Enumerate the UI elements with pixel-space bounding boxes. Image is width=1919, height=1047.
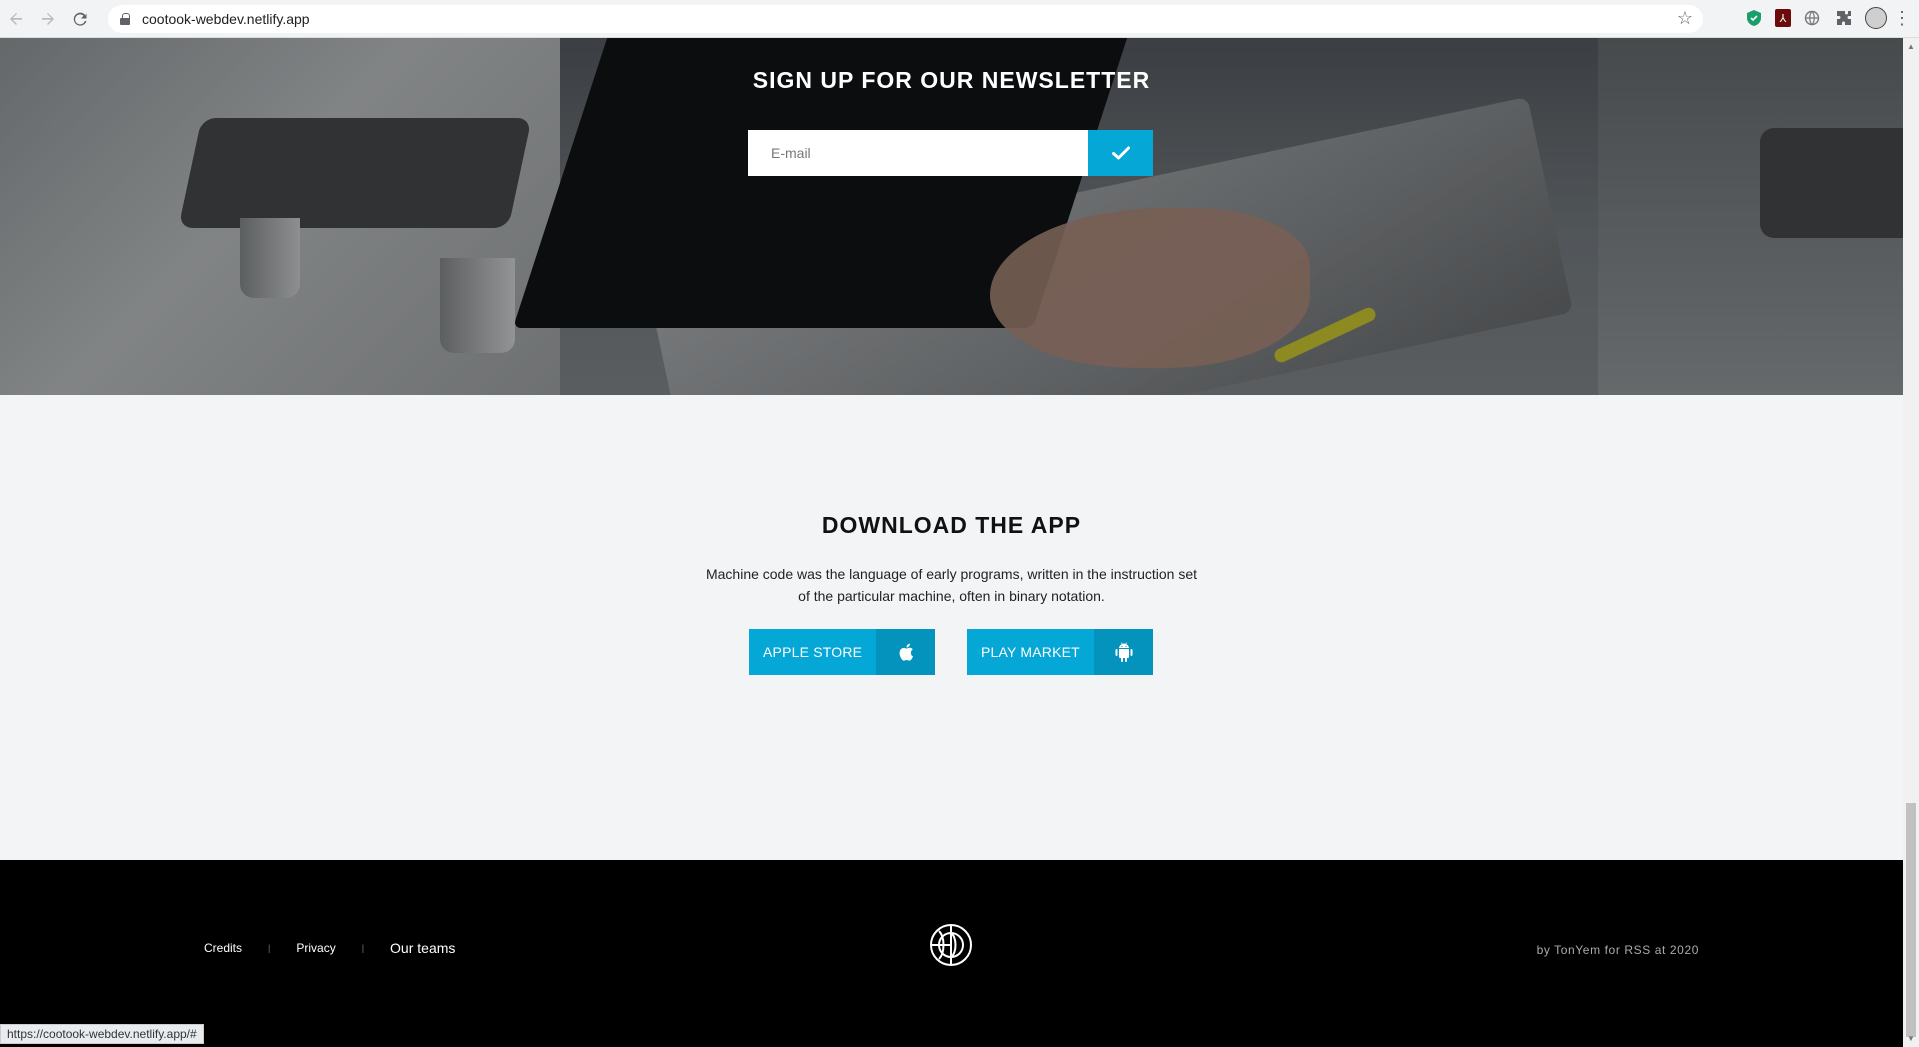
globe-extension-icon[interactable]	[1801, 7, 1823, 29]
forward-icon[interactable]	[32, 3, 64, 35]
apple-store-label: APPLE STORE	[763, 644, 863, 660]
android-icon	[1115, 642, 1132, 662]
footer-link-privacy[interactable]: Privacy	[296, 941, 335, 955]
download-app-section: DOWNLOAD THE APP Machine code was the la…	[0, 395, 1903, 860]
footer-separator: |	[361, 943, 365, 953]
newsletter-section: SIGN UP FOR OUR NEWSLETTER	[0, 38, 1903, 395]
email-input[interactable]	[748, 130, 1088, 176]
apple-store-button[interactable]: APPLE STORE	[749, 629, 935, 675]
subscribe-button[interactable]	[1088, 130, 1153, 176]
shield-extension-icon[interactable]	[1743, 7, 1765, 29]
page-viewport: SIGN UP FOR OUR NEWSLETTER DOWNLOAD THE …	[0, 38, 1903, 1047]
pdf-extension-icon[interactable]: ⅄	[1775, 9, 1791, 27]
site-footer: Credits | Privacy | Our teams by TonYem …	[0, 860, 1903, 1047]
address-bar[interactable]: cootook-webdev.netlify.app ☆	[108, 5, 1703, 33]
footer-link-credits[interactable]: Credits	[204, 941, 242, 955]
newsletter-form	[748, 130, 1153, 176]
link-status-bar: https://cootook-webdev.netlify.app/#	[0, 1024, 204, 1044]
lock-icon[interactable]	[120, 13, 130, 25]
star-icon[interactable]: ☆	[1677, 8, 1693, 29]
play-market-button[interactable]: PLAY MARKET	[967, 629, 1153, 675]
footer-nav: Credits | Privacy | Our teams	[204, 940, 455, 956]
scroll-down-arrow-icon[interactable]: ▼	[1907, 1034, 1915, 1043]
scrollbar-thumb[interactable]	[1906, 803, 1916, 1037]
reload-icon[interactable]	[64, 3, 96, 35]
footer-link-our-teams[interactable]: Our teams	[390, 940, 455, 956]
profile-avatar[interactable]	[1865, 7, 1887, 29]
apple-icon	[899, 643, 913, 661]
back-icon[interactable]	[0, 3, 32, 35]
extensions-bar: ⅄ ⋮	[1743, 7, 1911, 29]
footer-separator: |	[268, 943, 271, 953]
scroll-up-arrow-icon[interactable]: ▲	[1907, 42, 1915, 51]
newsletter-title: SIGN UP FOR OUR NEWSLETTER	[752, 67, 1151, 93]
puzzle-extension-icon[interactable]	[1833, 7, 1855, 29]
play-market-label: PLAY MARKET	[981, 644, 1080, 660]
scrollbar[interactable]: ▲ ▼	[1903, 38, 1919, 1047]
menu-icon[interactable]: ⋮	[1893, 7, 1911, 29]
globe-logo-icon[interactable]	[929, 923, 973, 967]
download-description: Machine code was the language of early p…	[705, 566, 1198, 604]
url-text[interactable]: cootook-webdev.netlify.app	[142, 11, 310, 27]
browser-toolbar: cootook-webdev.netlify.app ☆ ⅄ ⋮	[0, 0, 1919, 38]
check-icon	[1111, 146, 1130, 160]
footer-credit: by TonYem for RSS at 2020	[1536, 943, 1699, 957]
download-title: DOWNLOAD THE APP	[821, 512, 1082, 538]
